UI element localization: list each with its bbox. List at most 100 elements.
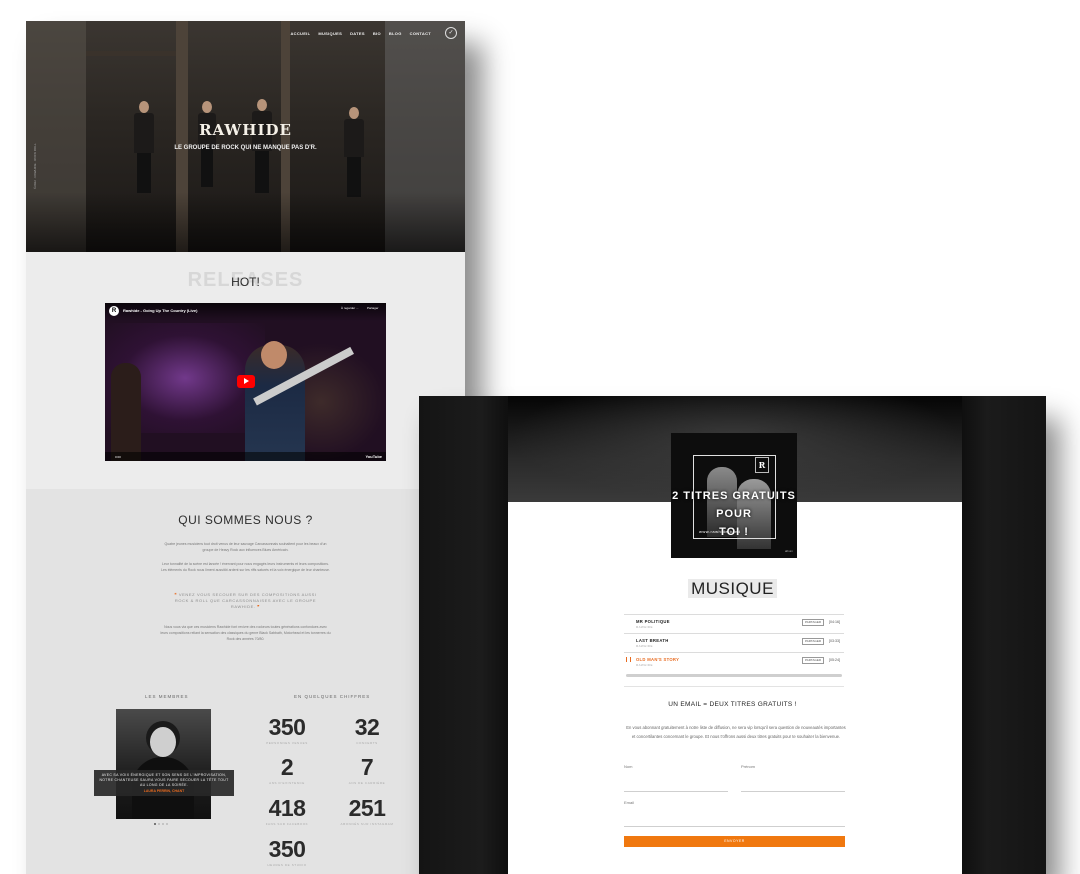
stat-value: 7 — [360, 754, 374, 780]
play-button-icon[interactable] — [237, 375, 255, 388]
stat-value: 2 — [280, 754, 294, 780]
releases-heading: HOT! — [231, 275, 260, 289]
youtube-logo[interactable]: YouTube — [365, 454, 382, 459]
newsletter-title: UN EMAIL = DEUX TITRES GRATUITS ! — [668, 701, 797, 708]
track-row-playing[interactable]: OLD MAN'S STORY RAWHIDE PARTAGER [05:24] — [624, 652, 844, 671]
music-heading-text: MUSIQUE — [688, 579, 777, 598]
track-duration: [05:24] — [829, 658, 840, 662]
hero-floor-shadow — [26, 192, 465, 252]
video-control-bar[interactable] — [105, 452, 386, 461]
nav-item-musiques[interactable]: MUSIQUES — [318, 31, 342, 36]
video-title[interactable]: Rawhide - Going Up The Country (Live) — [123, 308, 197, 313]
band-tagline: LE GROUPE DE ROCK QUI NE MANQUE PAS D'R. — [174, 145, 317, 151]
member-carousel-dots[interactable] — [154, 823, 168, 825]
music-page-screenshot: R 2 TITRES GRATUITS POUR TOI ! www.rawhi… — [419, 396, 1046, 874]
track-list: MR POLITIQUE RAWHIDE PARTAGER [04:16] LA… — [624, 614, 844, 677]
youtube-video-player[interactable]: R Rawhide - Going Up The Country (Live) … — [105, 303, 386, 461]
cover-url: www.rawhide.band — [699, 529, 741, 534]
channel-logo-icon[interactable]: R — [109, 306, 119, 316]
track-duration: [04:16] — [829, 620, 840, 624]
watch-later-button[interactable]: À regarder ... — [341, 306, 359, 310]
nav-item-contact[interactable]: CONTACT — [410, 31, 431, 36]
track-artist: RAWHIDE — [636, 644, 653, 648]
member-name: LAURA PERRIN, CHANT — [143, 789, 185, 793]
video-time: 0:00 — [115, 455, 121, 459]
band-logo-icon: R — [755, 457, 769, 473]
home-page-screenshot: ACCUEIL MUSIQUES DATES BIO BLOG CONTACT … — [26, 21, 465, 874]
hero-beam — [86, 51, 176, 56]
about-paragraph: Leur tonnalité de la scène est lancée ! … — [161, 562, 330, 572]
stat-item: 7 ANS DE CARRIÈRE — [332, 754, 402, 785]
figures-title: EN QUELQUES CHIFFRES — [294, 694, 371, 699]
carousel-dot[interactable] — [158, 823, 160, 825]
pause-icon[interactable] — [626, 657, 631, 662]
stat-value: 32 — [354, 714, 380, 740]
submit-button[interactable]: ENVOYER — [624, 836, 845, 847]
nav-item-bio[interactable]: BIO — [373, 31, 381, 36]
share-button[interactable]: Partager — [367, 306, 379, 310]
free-tracks-cover[interactable]: R 2 TITRES GRATUITS POUR TOI ! www.rawhi… — [671, 433, 797, 558]
track-artist: RAWHIDE — [636, 663, 653, 667]
member-quote-box: AVEC SA VOIX ÉNERGIQUE ET SON SENS DE L'… — [94, 770, 234, 796]
nav-item-accueil[interactable]: ACCUEIL — [290, 31, 310, 36]
side-credit-text: ©2022 · RAWHIDE · ROCK ROLL — [33, 143, 37, 189]
music-heading: MUSIQUE — [419, 579, 1046, 599]
background-band-photo-left — [419, 396, 508, 874]
nav-item-blog[interactable]: BLOG — [389, 31, 402, 36]
stat-label: PERSONNES VENUES — [266, 741, 308, 745]
carousel-dot[interactable] — [154, 823, 156, 825]
playback-progress-bar[interactable] — [626, 674, 842, 677]
carousel-dot[interactable] — [166, 823, 168, 825]
cover-title-line: 2 TITRES GRATUITS POUR — [672, 490, 796, 520]
about-quote: ❝ VENEZ VOUS SECOUER SUR DES COMPOSITION… — [172, 592, 319, 610]
stat-item: 350 PERSONNES VENUES — [252, 714, 322, 745]
stat-value: 251 — [348, 795, 386, 821]
track-name[interactable]: MR POLITIQUE — [636, 619, 670, 624]
newsletter-description: En vous abonnant gratuitement à notre li… — [626, 725, 846, 739]
nom-input[interactable] — [624, 791, 728, 792]
email-label: Email — [624, 800, 635, 805]
stat-item: 418 FANS SUR FACEBOOK — [252, 795, 322, 826]
video-guitarist-head — [261, 341, 287, 369]
stat-value: 350 — [268, 836, 306, 862]
quote-open-icon: ❝ — [174, 592, 178, 597]
about-quote-text: VENEZ VOUS SECOUER SUR DES COMPOSITIONS … — [174, 592, 317, 609]
member-photo — [116, 709, 211, 819]
about-paragraph: Nous vous via que ces musiciens Rawhide … — [160, 625, 331, 641]
quote-close-icon: ❞ — [257, 604, 261, 609]
prenom-label: Prénom — [741, 764, 756, 769]
stat-item: 350 HEURES DE STUDIO — [252, 836, 322, 867]
stat-label: FANS SUR FACEBOOK — [265, 822, 309, 826]
email-input[interactable] — [624, 826, 845, 827]
track-name[interactable]: LAST BREATH — [636, 638, 669, 643]
cover-badge: album — [784, 549, 793, 553]
track-row[interactable]: MR POLITIQUE RAWHIDE PARTAGER [04:16] — [624, 614, 844, 633]
track-name[interactable]: OLD MAN'S STORY — [636, 657, 679, 662]
share-track-button[interactable]: PARTAGER — [802, 657, 824, 664]
nav-item-dates[interactable]: DATES — [350, 31, 365, 36]
main-nav: ACCUEIL MUSIQUES DATES BIO BLOG CONTACT — [290, 31, 431, 36]
share-track-button[interactable]: PARTAGER — [802, 619, 824, 626]
nom-label: Nom — [624, 764, 633, 769]
stat-label: CONCERTS — [356, 741, 378, 745]
showcase-canvas: ACCUEIL MUSIQUES DATES BIO BLOG CONTACT … — [0, 0, 1080, 874]
stat-label: ABONNÉS SUR INSTAGRAM — [340, 822, 394, 826]
stat-label: HEURES DE STUDIO — [267, 863, 307, 867]
stat-label: ANS DE CARRIÈRE — [348, 781, 386, 785]
section-divider — [624, 686, 844, 687]
video-singer-figure — [111, 363, 141, 461]
stat-item: 251 ABONNÉS SUR INSTAGRAM — [332, 795, 402, 826]
track-artist: RAWHIDE — [636, 625, 653, 629]
stat-item: 2 ANS D'EXISTENCE — [252, 754, 322, 785]
members-title: LES MEMBRES — [145, 694, 189, 699]
share-track-button[interactable]: PARTAGER — [802, 638, 824, 645]
about-title: QUI SOMMES NOUS ? — [178, 513, 313, 527]
about-paragraph: Quatre jeunes musiciens tout droit venus… — [164, 542, 327, 552]
carousel-dot[interactable] — [162, 823, 164, 825]
site-logo-icon[interactable]: ✓ — [445, 27, 457, 39]
background-band-photo-right — [962, 396, 1046, 874]
track-row[interactable]: LAST BREATH RAWHIDE PARTAGER [03:33] — [624, 633, 844, 652]
band-name-title: RAWHIDE — [199, 121, 292, 139]
prenom-input[interactable] — [741, 791, 845, 792]
stat-value: 418 — [268, 795, 306, 821]
